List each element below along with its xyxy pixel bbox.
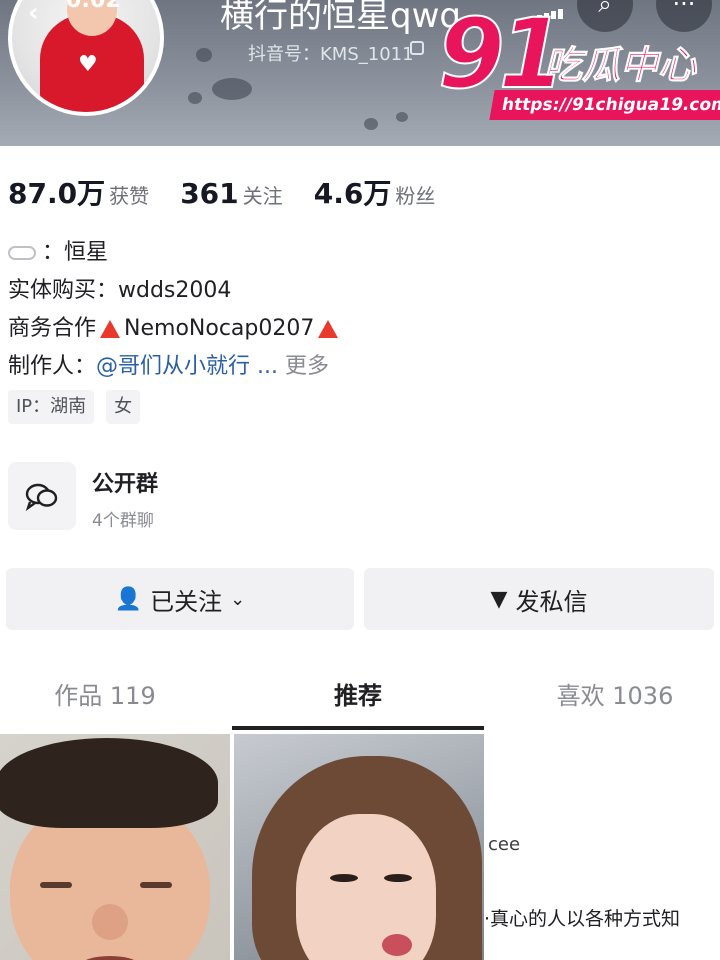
thumbnail-eye bbox=[40, 882, 72, 888]
tag-gender: 女 bbox=[106, 390, 141, 424]
user-check-icon: 👤 bbox=[114, 586, 143, 612]
followed-button-label: 已关注 bbox=[150, 587, 223, 616]
warning-icon bbox=[318, 320, 339, 338]
bio-line-name: ：恒星 bbox=[8, 234, 108, 266]
group-chat-button[interactable] bbox=[8, 462, 76, 530]
douyin-id: 抖音号：KMS_1011 bbox=[248, 44, 414, 65]
stat-followers[interactable]: 4.6万 粉丝 bbox=[314, 172, 436, 212]
watermark-text: 吃瓜中心 bbox=[543, 43, 697, 88]
bio-more-link[interactable]: 更多 bbox=[285, 354, 329, 379]
video-thumbnail[interactable] bbox=[0, 734, 230, 960]
bio-line-producer: 制作人：@哥们从小就行 ... 更多 bbox=[8, 348, 329, 380]
video-caption-fragment: ·真心的人以各种方式知 bbox=[484, 908, 681, 930]
back-arrow-icon[interactable]: ‹ bbox=[28, 0, 39, 28]
bio-line-2: 实体购买：wdds2004 bbox=[8, 278, 232, 303]
heart-icon: ♥ bbox=[78, 52, 98, 77]
group-chat-count: 4个群聊 bbox=[92, 511, 154, 531]
profile-tags: IP：湖南女 bbox=[8, 390, 152, 426]
profile-nickname: 横行的恒星qwq bbox=[220, 0, 461, 36]
thumbnail-face bbox=[296, 814, 436, 960]
followed-button[interactable]: 👤 已关注 ⌄ bbox=[6, 568, 354, 630]
send-filter-icon: ▼ bbox=[490, 586, 508, 612]
thumbnail-eye bbox=[140, 882, 172, 888]
bio-line-1: ：恒星 bbox=[42, 240, 109, 265]
group-chat-title[interactable]: 公开群 bbox=[92, 466, 158, 498]
stat-likes[interactable]: 87.0万 获赞 bbox=[8, 172, 149, 212]
bio-producer-prefix: 制作人： bbox=[8, 354, 97, 379]
video-caption-fragment: cee bbox=[488, 834, 521, 855]
header-background-spot bbox=[364, 118, 378, 130]
header-background-spot bbox=[196, 48, 212, 62]
stat-likes-label: 获赞 bbox=[109, 184, 150, 208]
stat-following-value: 361 bbox=[180, 177, 239, 210]
thumbnail-eye bbox=[330, 874, 358, 882]
status-time: 0:02 bbox=[66, 0, 121, 13]
header-background-spot bbox=[188, 92, 202, 104]
send-message-label: 发私信 bbox=[515, 587, 588, 616]
video-thumbnail[interactable] bbox=[234, 734, 484, 960]
stat-following[interactable]: 361 关注 bbox=[180, 177, 282, 210]
tab-works[interactable]: 作品 119 bbox=[40, 676, 170, 716]
warning-icon bbox=[100, 320, 121, 338]
thumbnail-lips bbox=[382, 934, 412, 956]
thumbnail-eye bbox=[384, 874, 412, 882]
bio-business-prefix: 商务合作 bbox=[8, 316, 97, 341]
thumbnail-nose bbox=[92, 904, 128, 940]
stat-likes-value: 87.0万 bbox=[8, 177, 106, 210]
tag-ip-location: IP：湖南 bbox=[8, 390, 95, 424]
send-message-button[interactable]: ▼ 发私信 bbox=[364, 568, 714, 630]
producer-mention-link[interactable]: @哥们从小就行 ... bbox=[96, 354, 278, 379]
profile-stats: 87.0万 获赞 361 关注 4.6万 粉丝 bbox=[8, 172, 708, 212]
site-watermark: 91 吃瓜中心 https://91chigua19.com bbox=[436, 0, 720, 122]
stat-following-label: 关注 bbox=[242, 184, 283, 208]
thumbnail-hair bbox=[0, 738, 218, 828]
chevron-down-icon: ⌄ bbox=[230, 588, 246, 610]
cloud-icon bbox=[8, 246, 36, 260]
bio-line-business: 商务合作 NemoNocap0207 bbox=[8, 310, 342, 342]
tab-recommend[interactable]: 推荐 bbox=[300, 676, 416, 716]
chat-bubbles-icon bbox=[25, 483, 58, 511]
active-tab-indicator bbox=[232, 726, 484, 730]
stat-followers-value: 4.6万 bbox=[313, 177, 392, 210]
stat-followers-label: 粉丝 bbox=[395, 184, 436, 208]
tab-likes[interactable]: 喜欢 1036 bbox=[540, 676, 690, 716]
copy-icon[interactable] bbox=[410, 41, 424, 55]
bio-business-value: NemoNocap0207 bbox=[124, 316, 315, 341]
header-background-spot bbox=[212, 78, 252, 100]
watermark-url: https://91chigua19.com bbox=[489, 90, 720, 120]
header-background-spot bbox=[396, 112, 408, 122]
